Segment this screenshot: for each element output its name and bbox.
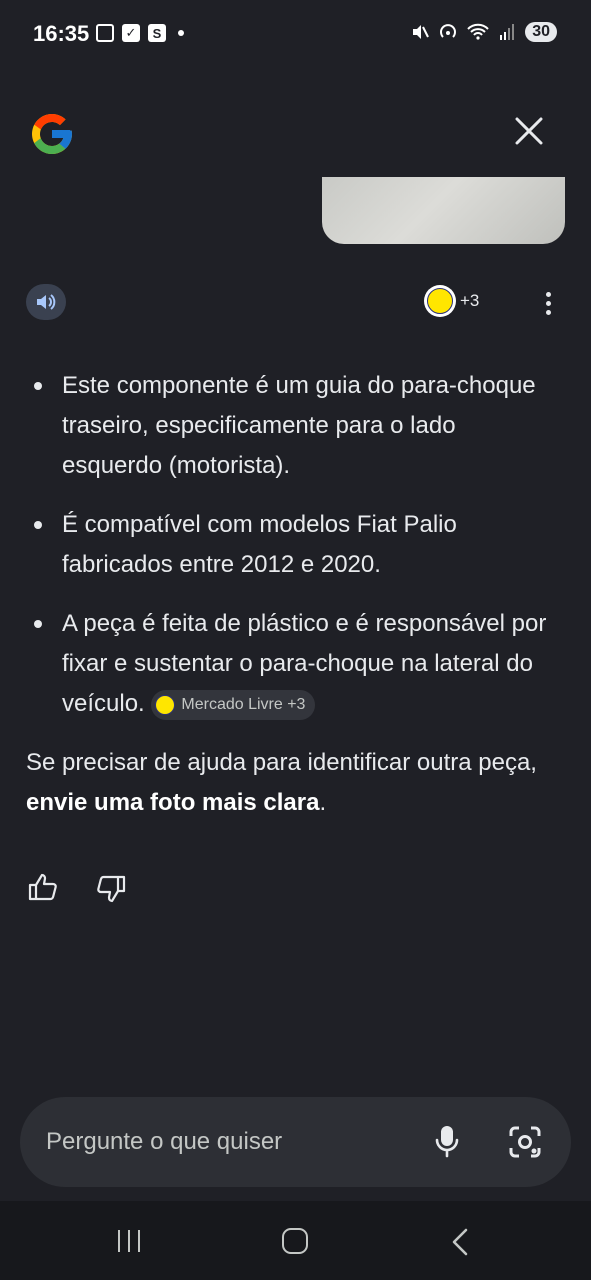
recent-apps-button[interactable] [118, 1230, 140, 1252]
listen-button[interactable] [26, 284, 66, 320]
list-item: É compatível com modelos Fiat Palio fabr… [26, 505, 556, 585]
uploaded-image-thumbnail[interactable] [322, 177, 565, 244]
thumbs-down-icon[interactable] [96, 875, 126, 903]
home-button[interactable] [282, 1228, 308, 1254]
mute-icon [413, 25, 430, 39]
citation-label: Mercado Livre +3 [181, 695, 306, 713]
close-icon[interactable] [512, 114, 546, 148]
google-lens-icon[interactable] [507, 1124, 543, 1160]
response-content: Este componente é um guia do para-choque… [26, 366, 556, 823]
back-button[interactable] [450, 1228, 472, 1256]
bullet-text: É compatível com modelos Fiat Palio fabr… [62, 511, 457, 578]
wifi-icon [467, 23, 489, 40]
response-bullet-list: Este componente é um guia do para-choque… [26, 366, 556, 724]
check-icon: ✓ [122, 24, 140, 42]
list-item: A peça é feita de plástico e é responsáv… [26, 604, 556, 724]
closing-text: Se precisar de ajuda para identificar ou… [26, 749, 537, 776]
s-app-icon: S [148, 24, 166, 42]
bullet-text: Este componente é um guia do para-choque… [62, 372, 536, 479]
battery-indicator: 30 [525, 22, 557, 42]
status-notification-icons: ✓ S [96, 24, 184, 42]
status-system-icons: 30 [411, 22, 557, 42]
screenshot-icon [96, 24, 114, 42]
list-item: Este componente é um guia do para-choque… [26, 366, 556, 486]
status-time: 16:35 [33, 21, 90, 46]
mercado-livre-logo-icon [424, 285, 456, 317]
more-notifications-dot [178, 30, 184, 36]
thumbs-up-icon[interactable] [28, 873, 58, 901]
speaker-icon [37, 294, 56, 310]
mercado-livre-logo-icon [155, 694, 176, 715]
google-g-logo [32, 114, 72, 154]
prompt-input-placeholder[interactable]: Pergunte o que quiser [46, 1128, 282, 1156]
closing-bold-text: envie uma foto mais clara [26, 789, 320, 816]
citation-chip[interactable]: Mercado Livre +3 [151, 689, 316, 720]
microphone-icon[interactable] [434, 1124, 460, 1160]
sources-button[interactable]: +3 [424, 285, 479, 317]
hotspot-icon [440, 24, 457, 38]
closing-paragraph: Se precisar de ajuda para identificar ou… [26, 743, 556, 823]
signal-icon [500, 24, 515, 40]
more-options-icon[interactable] [546, 292, 551, 315]
closing-punctuation: . [319, 789, 327, 816]
sources-count: +3 [460, 291, 480, 310]
